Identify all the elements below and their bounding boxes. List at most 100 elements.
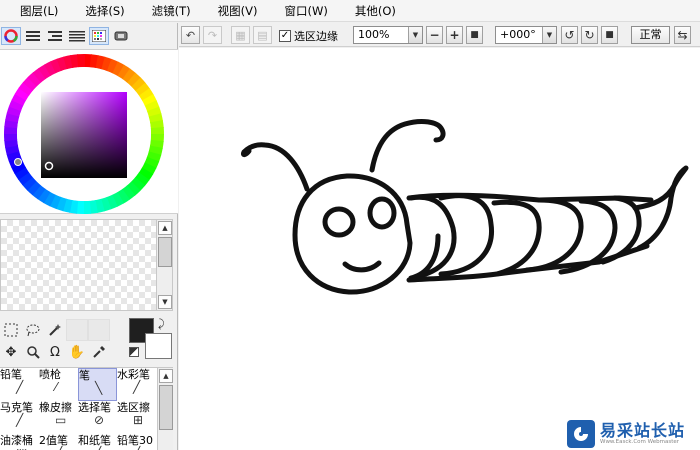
navigation-tools-row: ✥ Ω ✋ — [0, 341, 110, 363]
color-mode-tabs — [0, 25, 178, 47]
brush-label: 2值笔 — [39, 434, 68, 447]
deselect-icon[interactable]: ▦ — [231, 26, 250, 44]
brush-binary-pen[interactable]: 2值笔╱ — [39, 434, 78, 450]
eyedropper-icon[interactable] — [88, 341, 110, 363]
selection-edge-toggle[interactable]: ✓ 选区边缘 — [279, 28, 338, 44]
brush-pencil30[interactable]: 铅笔30╱ — [117, 434, 156, 450]
zoom-value: 100% — [358, 28, 390, 41]
brush-pen[interactable]: 笔 ╲ — [78, 368, 117, 401]
hue-cursor[interactable] — [14, 158, 22, 166]
zoom-in-button[interactable]: + — [446, 26, 463, 44]
select-eraser-icon: ⊞ — [133, 413, 144, 427]
empty-tool-slot — [88, 319, 110, 341]
empty-tool-slot — [66, 319, 88, 341]
blend-mode-button[interactable]: 正常 — [631, 26, 670, 44]
brush-label: 喷枪 — [39, 368, 61, 381]
eraser-icon: ▭ — [55, 413, 67, 427]
zoom-out-button[interactable]: − — [426, 26, 443, 44]
color-history-icon[interactable] — [67, 27, 87, 45]
rect-select-icon[interactable] — [0, 319, 22, 341]
scroll-down-icon[interactable]: ▼ — [158, 295, 172, 309]
rotation-value: +000° — [500, 28, 536, 41]
swatch-scrollbar[interactable]: ▲ ▼ — [156, 220, 172, 310]
color-palette-icon[interactable] — [89, 27, 109, 45]
scroll-thumb[interactable] — [159, 385, 173, 430]
selection-edge-label: 选区边缘 — [294, 30, 338, 43]
rotation-select[interactable]: +000° ▼ — [495, 26, 557, 44]
left-antenna — [241, 142, 310, 192]
redo-icon[interactable]: ↷ — [203, 26, 222, 44]
brush-select-pen[interactable]: 选择笔 ⊘ — [78, 401, 117, 434]
caterpillar-drawing — [241, 118, 689, 295]
scroll-up-icon[interactable]: ▲ — [158, 221, 172, 235]
menu-window[interactable]: 窗口(W) — [285, 3, 328, 19]
airbrush-icon: ⁄ — [55, 380, 58, 394]
color-wheel-icon[interactable] — [1, 27, 21, 45]
brush-eraser[interactable]: 橡皮擦 ▭ — [39, 401, 78, 434]
scroll-thumb[interactable] — [158, 237, 172, 267]
menu-select[interactable]: 选择(S) — [85, 3, 124, 19]
pen-icon: ╲ — [95, 381, 103, 395]
canvas-toolbar: ↶ ↷ ▦ ▤ ✓ 选区边缘 100% ▼ − + ■ +000° ▼ ↺ ↻ … — [179, 23, 700, 47]
swatch-panel[interactable]: ▲ ▼ — [0, 219, 173, 311]
brush-pencil[interactable]: 铅笔 ╱ — [0, 368, 39, 401]
scroll-up-icon[interactable]: ▲ — [159, 369, 173, 383]
zoom-icon[interactable] — [22, 341, 44, 363]
color-wheel[interactable] — [0, 50, 178, 215]
paint-tool-sai-window: 图层(L) 选择(S) 滤镜(T) 视图(V) 窗口(W) 其他(O) ▲ ▼ … — [0, 0, 700, 450]
watermark-url: Www.Easck.Com Webmaster — [600, 438, 680, 445]
swap-colors-icon[interactable]: ⤸ — [158, 317, 165, 331]
background-color[interactable] — [145, 333, 172, 359]
chevron-down-icon[interactable]: ▼ — [408, 27, 422, 43]
left-panel: ▲ ▼ ✥ Ω ✋ ⤸ 铅笔 ╱ 喷枪 ⁄ 笔 ╲ 水彩笔 ╱ 马克笔 ╱ 橡皮擦 ▭ 选择笔 ⊘ 选区擦 ⊞… — [0, 23, 178, 450]
right-eye — [367, 196, 397, 230]
move-icon[interactable]: ✥ — [0, 341, 22, 363]
hand-icon[interactable]: ✋ — [66, 341, 88, 363]
brush-label: 笔 — [79, 369, 90, 382]
brush-scrollbar[interactable]: ▲ — [157, 368, 173, 450]
head — [292, 173, 413, 295]
marker-icon: ╱ — [16, 413, 24, 427]
brush-select-eraser[interactable]: 选区擦 ⊞ — [117, 401, 156, 434]
site-watermark: 易采站长站 Www.Easck.Com Webmaster — [565, 417, 700, 450]
rotate-right-icon[interactable]: ↻ — [581, 26, 598, 44]
left-eye — [322, 206, 356, 238]
brush-washi-pen[interactable]: 和纸笔╱ — [78, 434, 117, 450]
zoom-reset-button[interactable]: ■ — [466, 26, 483, 44]
rgb-sliders-icon[interactable] — [23, 27, 43, 45]
selection-tools-row — [0, 319, 110, 341]
flip-horizontal-icon[interactable]: ⇆ — [674, 26, 691, 44]
menu-view[interactable]: 视图(V) — [218, 3, 258, 19]
menu-filter[interactable]: 滤镜(T) — [152, 3, 191, 19]
rotate-left-icon[interactable]: ↺ — [561, 26, 578, 44]
watercolor-icon: ╱ — [133, 380, 141, 394]
hsv-sliders-icon[interactable] — [45, 27, 65, 45]
drawing-canvas[interactable] — [179, 48, 700, 450]
body-segment-3 — [491, 199, 542, 277]
zoom-select[interactable]: 100% ▼ — [353, 26, 423, 44]
selection-edge-checkbox[interactable]: ✓ — [279, 30, 291, 42]
menu-other[interactable]: 其他(O) — [355, 3, 396, 19]
brush-watercolor[interactable]: 水彩笔 ╱ — [117, 368, 156, 401]
lasso-icon[interactable] — [22, 319, 44, 341]
brush-bucket[interactable]: 油漆桶⬚ — [0, 434, 39, 450]
tail-segment — [632, 165, 689, 251]
brush-panel: 铅笔╱喷枪⁄笔╲水彩笔╱马克笔╱橡皮擦▭选择笔⊘选区擦⊞油漆桶⬚2值笔╱和纸笔╱… — [0, 367, 173, 450]
brush-marker[interactable]: 马克笔 ╱ — [0, 401, 39, 434]
invert-selection-icon[interactable]: ▤ — [253, 26, 272, 44]
reset-colors-icon[interactable] — [129, 347, 139, 357]
user-swatches-icon[interactable] — [111, 27, 131, 45]
watermark-title: 易采站长站 — [600, 420, 686, 440]
undo-icon[interactable]: ↶ — [181, 26, 200, 44]
brush-airbrush[interactable]: 喷枪 ⁄ — [39, 368, 78, 401]
right-antenna — [369, 118, 446, 173]
rotate-icon[interactable]: Ω — [44, 341, 66, 363]
magic-wand-icon[interactable] — [44, 319, 66, 341]
brush-grid: 铅笔╱喷枪⁄笔╲水彩笔╱马克笔╱橡皮擦▭选择笔⊘选区擦⊞油漆桶⬚2值笔╱和纸笔╱… — [0, 368, 157, 450]
rotation-reset-button[interactable]: ■ — [601, 26, 618, 44]
menu-layer[interactable]: 图层(L) — [20, 3, 58, 19]
menu-bar: 图层(L) 选择(S) 滤镜(T) 视图(V) 窗口(W) 其他(O) — [0, 0, 700, 22]
chevron-down-icon[interactable]: ▼ — [542, 27, 556, 43]
color-wheel-panel — [0, 49, 178, 215]
body-segment-1 — [408, 194, 457, 281]
